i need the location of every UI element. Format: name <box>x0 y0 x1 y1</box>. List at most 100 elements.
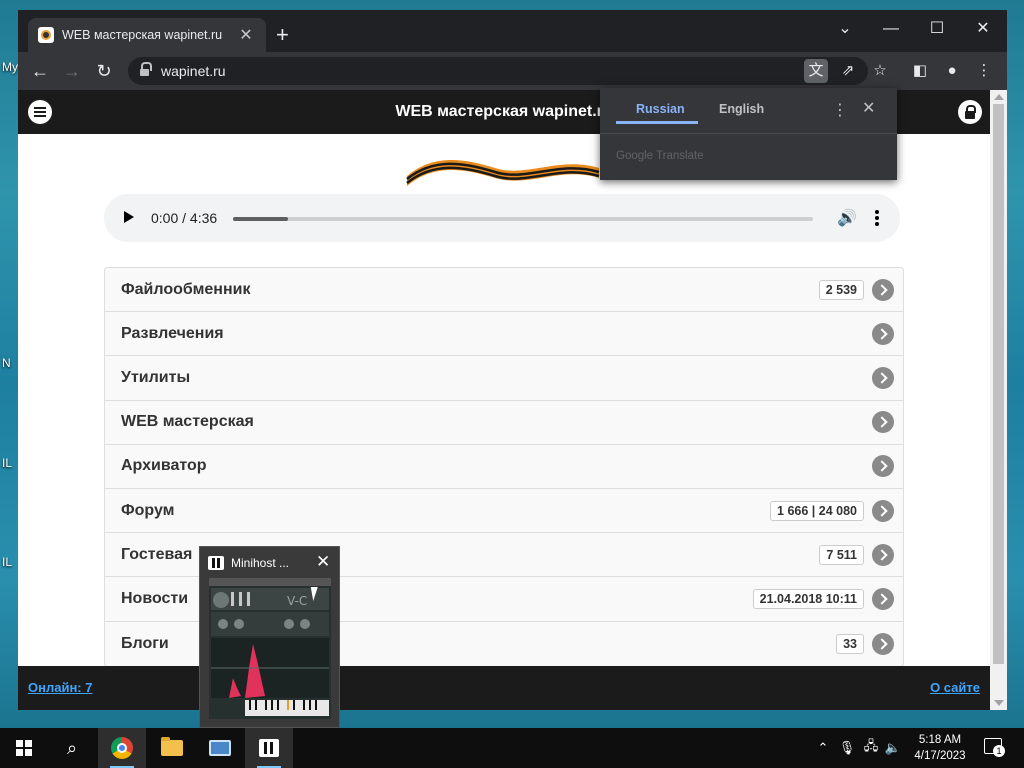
translate-language-tabs: Russian English ⋮ ✕ <box>600 88 897 134</box>
menu-item-label: Файлообменник <box>121 280 251 298</box>
menu-item-count: 7 511 <box>819 544 864 565</box>
preview-close-icon[interactable]: ✕ <box>316 552 330 572</box>
menu-item-archiver[interactable]: Архиватор <box>105 445 903 489</box>
site-favicon-icon <box>38 27 54 43</box>
chevron-right-icon <box>872 499 894 522</box>
taskbar-thumbnail-preview[interactable]: Minihost ... ✕ V-C <box>199 546 340 728</box>
play-icon[interactable] <box>124 211 134 223</box>
translate-tab-target[interactable]: English <box>719 102 764 116</box>
chevron-right-icon <box>872 587 894 610</box>
desktop-label: IL <box>2 456 13 470</box>
active-tab-indicator <box>616 121 698 124</box>
menu-item-count: 1 666 | 24 080 <box>770 500 864 521</box>
minihost-icon <box>259 739 279 757</box>
tray-overflow-chevron-icon[interactable]: ⌃ <box>814 728 832 768</box>
browser-menu-icon[interactable]: ⋮ <box>972 59 996 83</box>
translate-icon[interactable]: 文 <box>804 59 828 83</box>
folder-icon <box>161 737 183 756</box>
remote-desktop-icon <box>209 740 231 756</box>
tab-search-chevron-icon[interactable]: ⌄ <box>822 14 868 44</box>
menu-item-web-workshop[interactable]: WEB мастерская <box>105 401 903 445</box>
desktop-label: N <box>2 356 11 370</box>
translate-options-icon[interactable]: ⋮ <box>832 100 848 120</box>
menu-item-label: Архиватор <box>121 457 207 475</box>
menu-item-forum[interactable]: Форум 1 666 | 24 080 <box>105 489 903 534</box>
login-lock-icon[interactable] <box>958 100 982 124</box>
audio-time: 0:00 / 4:36 <box>151 210 218 226</box>
chevron-right-icon <box>872 411 894 434</box>
tab-title: WEB мастерская wapinet.ru <box>62 28 223 42</box>
share-icon[interactable]: ⇗ <box>836 59 860 83</box>
svg-text:V-C: V-C <box>287 594 307 608</box>
taskbar-chrome[interactable] <box>98 728 146 768</box>
menu-item-entertainment[interactable]: Развлечения <box>105 312 903 357</box>
menu-item-count: 21.04.2018 10:11 <box>752 588 864 609</box>
clock-time: 5:18 AM <box>918 734 962 746</box>
address-bar[interactable]: wapinet.ru <box>128 57 868 85</box>
audio-player[interactable]: 0:00 / 4:36 🔊 <box>104 194 900 242</box>
menu-item-label: WEB мастерская <box>121 413 254 431</box>
start-button[interactable] <box>0 728 48 768</box>
close-window-button[interactable]: ✕ <box>960 14 1006 44</box>
maximize-button[interactable]: ☐ <box>914 14 960 44</box>
desktop-label: IL <box>2 555 13 569</box>
system-clock[interactable]: 5:18 AM 4/17/2023 <box>905 732 975 764</box>
translate-brand: Google Translate <box>616 150 704 162</box>
audio-more-icon[interactable] <box>875 210 879 226</box>
clock-date: 4/17/2023 <box>914 750 966 762</box>
page-scrollbar[interactable] <box>990 90 1007 710</box>
menu-item-label: Форум <box>121 501 175 519</box>
back-button[interactable]: ← <box>28 59 52 83</box>
chevron-right-icon <box>872 366 894 389</box>
url-text: wapinet.ru <box>161 63 226 79</box>
bookmark-star-icon[interactable]: ☆ <box>868 59 892 83</box>
taskbar-file-explorer[interactable] <box>148 728 196 768</box>
taskbar-minihost[interactable] <box>245 728 293 768</box>
online-users-link[interactable]: Онлайн: 7 <box>28 680 92 695</box>
chevron-right-icon <box>872 278 894 301</box>
page-viewport: WEB мастерская wapinet.ru 0:00 / 4:36 🔊 … <box>18 90 990 710</box>
menu-item-label: Утилиты <box>121 368 191 386</box>
menu-item-count: 2 539 <box>818 279 864 300</box>
reload-button[interactable]: ↻ <box>92 59 116 83</box>
browser-tab[interactable]: WEB мастерская wapinet.ru ✕ <box>28 18 266 52</box>
about-site-link[interactable]: О сайте <box>930 680 980 695</box>
translate-close-icon[interactable]: ✕ <box>862 98 875 118</box>
site-footer: Онлайн: 7 О сайте <box>18 666 990 710</box>
volume-icon[interactable]: 🔊 <box>837 208 857 228</box>
taskbar-remote-desktop[interactable] <box>196 728 244 768</box>
scroll-down-icon[interactable] <box>994 700 1004 706</box>
menu-item-utilities[interactable]: Утилиты <box>105 356 903 401</box>
search-icon[interactable]: ⌕ <box>48 728 96 768</box>
new-tab-button[interactable]: + <box>276 24 289 46</box>
windows-taskbar: ⌕ ⌃ 🎙 🖧 🔈 5:18 AM 4/17/2023 1 <box>0 728 1024 768</box>
minihost-app-icon <box>208 556 224 570</box>
menu-item-count: 33 <box>836 633 864 654</box>
forward-button[interactable]: → <box>60 59 84 83</box>
network-icon[interactable]: 🖧 <box>861 728 881 768</box>
translate-popup: Russian English ⋮ ✕ Google Translate <box>600 88 897 180</box>
chevron-right-icon <box>872 455 894 478</box>
lock-icon[interactable] <box>140 61 152 77</box>
chevron-right-icon <box>872 322 894 345</box>
tab-close-icon[interactable]: ✕ <box>236 25 256 45</box>
scroll-up-icon[interactable] <box>994 94 1004 100</box>
translate-tab-source[interactable]: Russian <box>636 102 685 116</box>
minimize-button[interactable]: — <box>868 14 914 44</box>
desktop-icons-edge: My N IL IL <box>0 0 18 728</box>
st-george-ribbon-icon <box>406 159 600 186</box>
volume-tray-icon[interactable]: 🔈 <box>884 728 902 768</box>
preview-title: Minihost ... <box>231 556 290 570</box>
profile-icon[interactable]: ● <box>940 59 964 83</box>
chrome-icon <box>111 737 133 759</box>
notification-center-icon[interactable]: 1 <box>984 738 1005 757</box>
audio-seek-bar[interactable] <box>233 217 813 221</box>
scroll-thumb[interactable] <box>993 104 1004 664</box>
microphone-icon[interactable]: 🎙 <box>838 728 856 768</box>
chevron-right-icon <box>872 543 894 566</box>
tab-strip: WEB мастерская wapinet.ru ✕ + ⌄ — ☐ ✕ <box>18 10 1007 52</box>
side-panel-icon[interactable]: ◧ <box>908 59 932 83</box>
menu-item-fileshare[interactable]: Файлообменник 2 539 <box>105 268 903 313</box>
audio-buffer <box>233 217 288 221</box>
chevron-right-icon <box>872 632 894 655</box>
